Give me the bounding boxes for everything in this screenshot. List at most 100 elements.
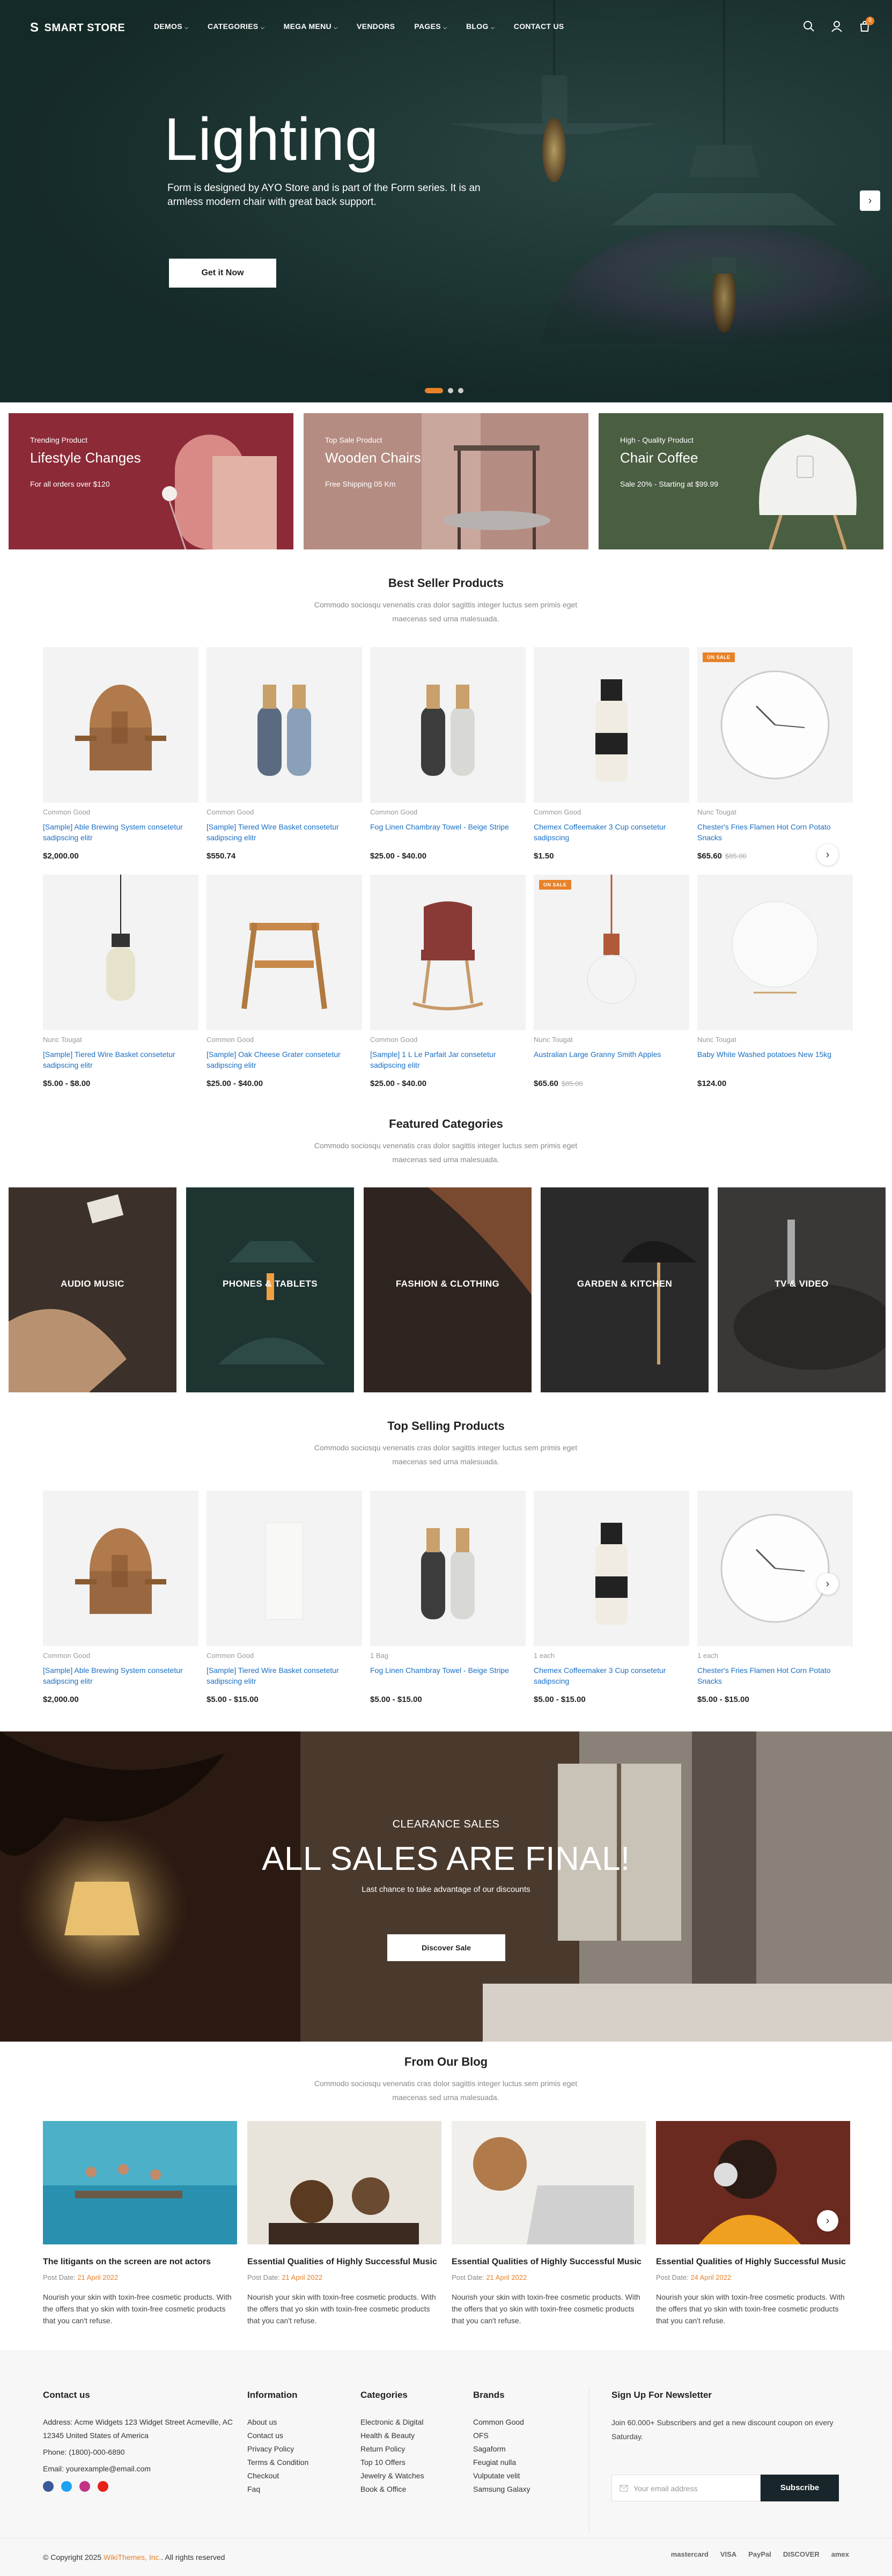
product-name-link[interactable]: Chester's Fries Flamen Hot Corn Potato S…	[697, 821, 853, 843]
footer-link[interactable]: Common Good	[473, 2416, 530, 2429]
store-logo[interactable]: S SMART STORE	[30, 20, 125, 35]
slider-dot[interactable]	[458, 388, 463, 393]
cart-button[interactable]: 0	[859, 17, 874, 32]
footer-link[interactable]: Sagaform	[473, 2442, 530, 2456]
product-card[interactable]: ON SALE Nunc Tougat Chester's Fries Flam…	[697, 647, 853, 861]
footer-link[interactable]: Electronic & Digital	[360, 2416, 424, 2429]
product-name-link[interactable]: Australian Large Granny Smith Apples	[534, 1049, 689, 1070]
product-card[interactable]: Common Good Fog Linen Chambray Towel - B…	[370, 647, 526, 861]
carousel-next-arrow-icon[interactable]: ›	[817, 844, 838, 865]
get-it-now-button[interactable]: Get it Now	[169, 259, 276, 288]
footer-link[interactable]: Checkout	[247, 2469, 308, 2483]
user-icon[interactable]	[831, 20, 843, 32]
carousel-next-arrow-icon[interactable]: ›	[817, 2210, 838, 2232]
promo-banner-wooden-chairs[interactable]: Top Sale Product Wooden Chairs Free Ship…	[304, 413, 588, 549]
product-card[interactable]: Common Good [Sample] Oak Cheese Grater c…	[207, 875, 362, 1088]
product-card[interactable]: Common Good [Sample] Able Brewing System…	[43, 1491, 198, 1704]
twitter-icon[interactable]	[61, 2481, 72, 2492]
blog-post-image[interactable]	[452, 2121, 646, 2244]
product-image[interactable]	[207, 1491, 362, 1646]
copyright-brand-link[interactable]: WikiThemes, Inc.	[104, 2553, 161, 2562]
product-image[interactable]	[43, 875, 198, 1030]
promo-banner-lifestyle[interactable]: Trending Product Lifestyle Changes For a…	[9, 413, 293, 549]
blog-post-title[interactable]: The litigants on the screen are not acto…	[43, 2257, 237, 2267]
nav-vendors[interactable]: VENDORS	[357, 22, 395, 31]
product-image[interactable]	[697, 1491, 853, 1646]
carousel-next-arrow-icon[interactable]: ›	[817, 1573, 838, 1595]
product-image[interactable]	[370, 1491, 526, 1646]
product-image[interactable]	[207, 875, 362, 1030]
slider-next-arrow-icon[interactable]: ›	[860, 190, 880, 211]
product-card[interactable]: ON SALE Nunc Tougat Australian Large Gra…	[534, 875, 689, 1088]
product-name-link[interactable]: [Sample] Able Brewing System consetetur …	[43, 1665, 198, 1686]
product-image[interactable]: ON SALE	[534, 875, 689, 1030]
slider-dot[interactable]	[448, 388, 453, 393]
blog-post-card[interactable]: The litigants on the screen are not acto…	[43, 2121, 237, 2327]
blog-post-card[interactable]: Essential Qualities of Highly Successful…	[452, 2121, 646, 2327]
nav-contact-us[interactable]: CONTACT US	[514, 22, 564, 31]
footer-link[interactable]: Contact us	[247, 2429, 308, 2442]
footer-link[interactable]: Health & Beauty	[360, 2429, 424, 2442]
product-name-link[interactable]: [Sample] Able Brewing System consetetur …	[43, 821, 198, 843]
product-card[interactable]: Common Good [Sample] Tiered Wire Basket …	[207, 647, 362, 861]
blog-post-image[interactable]	[43, 2121, 237, 2244]
nav-categories[interactable]: CATEGORIES ⌵	[208, 22, 264, 31]
product-image[interactable]	[370, 647, 526, 803]
footer-link[interactable]: Feugiat nulla	[473, 2456, 530, 2469]
product-name-link[interactable]: Chemex Coffeemaker 3 Cup consetetur sadi…	[534, 821, 689, 843]
product-card[interactable]: 1 each Chester's Fries Flamen Hot Corn P…	[697, 1491, 853, 1704]
footer-link[interactable]: Book & Office	[360, 2483, 424, 2496]
category-tile[interactable]: FASHION & CLOTHING	[364, 1187, 532, 1392]
slider-dot[interactable]	[425, 388, 443, 393]
nav-blog[interactable]: BLOG ⌵	[466, 22, 495, 31]
blog-post-title[interactable]: Essential Qualities of Highly Successful…	[656, 2257, 850, 2267]
category-tile[interactable]: PHONES & TABLETS	[186, 1187, 354, 1392]
blog-post-title[interactable]: Essential Qualities of Highly Successful…	[452, 2257, 646, 2267]
product-image[interactable]	[43, 647, 198, 803]
product-name-link[interactable]: Fog Linen Chambray Towel - Beige Stripe	[370, 1665, 526, 1686]
newsletter-email-input[interactable]: Your email address	[611, 2475, 761, 2501]
product-image[interactable]	[370, 875, 526, 1030]
promo-banner-chair-coffee[interactable]: High - Quality Product Chair Coffee Sale…	[599, 413, 883, 549]
product-image[interactable]	[43, 1491, 198, 1646]
product-name-link[interactable]: [Sample] 1 L Le Parfait Jar consetetur s…	[370, 1049, 526, 1070]
footer-link[interactable]: Samsung Galaxy	[473, 2483, 530, 2496]
blog-post-title[interactable]: Essential Qualities of Highly Successful…	[247, 2257, 441, 2267]
product-name-link[interactable]: Chester's Fries Flamen Hot Corn Potato S…	[697, 1665, 853, 1686]
footer-link[interactable]: OFS	[473, 2429, 530, 2442]
product-name-link[interactable]: Fog Linen Chambray Towel - Beige Stripe	[370, 821, 526, 843]
product-image[interactable]	[534, 1491, 689, 1646]
product-name-link[interactable]: [Sample] Tiered Wire Basket consetetur s…	[207, 821, 362, 843]
instagram-icon[interactable]	[79, 2481, 90, 2492]
footer-link[interactable]: Jewelry & Watches	[360, 2469, 424, 2483]
facebook-icon[interactable]	[43, 2481, 54, 2492]
product-name-link[interactable]: [Sample] Oak Cheese Grater consetetur sa…	[207, 1049, 362, 1070]
product-name-link[interactable]: [Sample] Tiered Wire Basket consetetur s…	[43, 1049, 198, 1070]
product-name-link[interactable]: [Sample] Tiered Wire Basket consetetur s…	[207, 1665, 362, 1686]
blog-post-card[interactable]: Essential Qualities of Highly Successful…	[247, 2121, 441, 2327]
nav-mega-menu[interactable]: MEGA MENU ⌵	[284, 22, 337, 31]
product-image[interactable]	[207, 647, 362, 803]
category-tile[interactable]: TV & VIDEO	[718, 1187, 886, 1392]
product-card[interactable]: Common Good [Sample] 1 L Le Parfait Jar …	[370, 875, 526, 1088]
youtube-icon[interactable]	[98, 2481, 108, 2492]
product-name-link[interactable]: Baby White Washed potatoes New 15kg	[697, 1049, 853, 1070]
product-image[interactable]: ON SALE	[697, 647, 853, 803]
product-card[interactable]: 1 Bag Fog Linen Chambray Towel - Beige S…	[370, 1491, 526, 1704]
footer-link[interactable]: Terms & Condition	[247, 2456, 308, 2469]
search-icon[interactable]	[803, 20, 815, 32]
discover-sale-button[interactable]: Discover Sale	[387, 1934, 505, 1961]
category-tile[interactable]: AUDIO MUSIC	[9, 1187, 176, 1392]
product-card[interactable]: Common Good [Sample] Able Brewing System…	[43, 647, 198, 861]
product-card[interactable]: Nunc Tougat [Sample] Tiered Wire Basket …	[43, 875, 198, 1088]
footer-link[interactable]: Privacy Policy	[247, 2442, 308, 2456]
product-card[interactable]: Nunc Tougat Baby White Washed potatoes N…	[697, 875, 853, 1088]
footer-link[interactable]: About us	[247, 2416, 308, 2429]
footer-link[interactable]: Faq	[247, 2483, 308, 2496]
footer-link[interactable]: Return Policy	[360, 2442, 424, 2456]
subscribe-button[interactable]: Subscribe	[761, 2475, 839, 2501]
footer-link[interactable]: Vulputate velit	[473, 2469, 530, 2483]
category-tile[interactable]: GARDEN & KITCHEN	[541, 1187, 709, 1392]
product-card[interactable]: 1 each Chemex Coffeemaker 3 Cup consetet…	[534, 1491, 689, 1704]
product-name-link[interactable]: Chemex Coffeemaker 3 Cup consetetur sadi…	[534, 1665, 689, 1686]
